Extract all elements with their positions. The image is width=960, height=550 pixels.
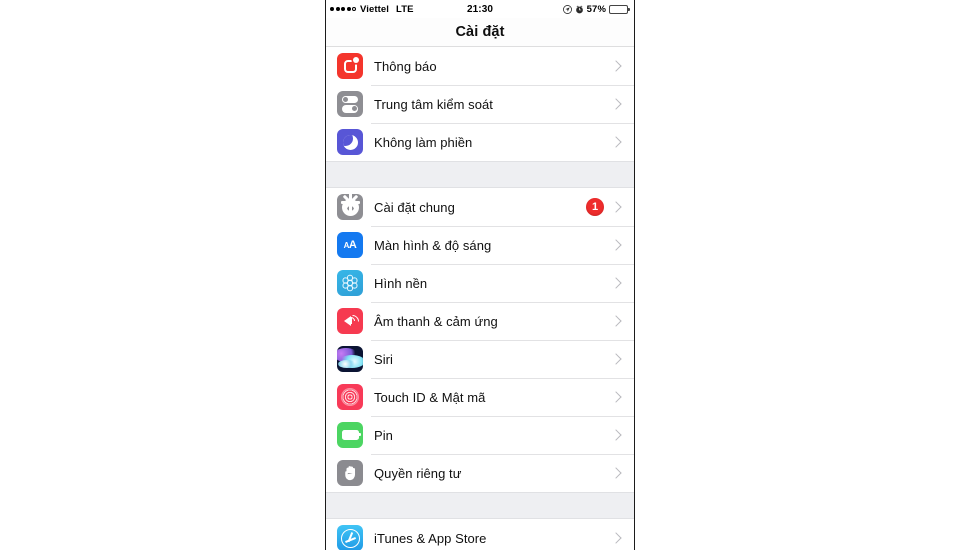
row-label: Cài đặt chung	[374, 199, 455, 215]
display-aa-icon: AA	[337, 232, 363, 258]
fingerprint-icon	[337, 384, 363, 410]
row-label: Âm thanh & cảm ứng	[374, 313, 498, 329]
settings-row-general[interactable]: Cài đặt chung 1	[326, 188, 634, 226]
row-label: Thông báo	[374, 58, 437, 74]
group-separator-2	[326, 492, 634, 519]
settings-group-1: Thông báo Trung tâm kiểm soát Không làm …	[326, 47, 634, 161]
chevron-right-icon	[610, 315, 622, 327]
row-label: Siri	[374, 351, 393, 367]
settings-row-itunes-app-store[interactable]: iTunes & App Store	[326, 519, 634, 550]
chevron-right-icon	[610, 391, 622, 403]
settings-row-do-not-disturb[interactable]: Không làm phiền	[326, 123, 634, 161]
chevron-right-icon	[610, 201, 622, 213]
hand-icon	[337, 460, 363, 486]
control-center-icon	[337, 91, 363, 117]
siri-icon	[337, 346, 363, 372]
settings-list: Thông báo Trung tâm kiểm soát Không làm …	[326, 47, 634, 550]
do-not-disturb-icon	[337, 129, 363, 155]
settings-group-3: iTunes & App Store	[326, 519, 634, 550]
settings-row-touch-id-passcode[interactable]: Touch ID & Mật mã	[326, 378, 634, 416]
row-label: Không làm phiền	[374, 134, 473, 150]
battery-icon	[337, 422, 363, 448]
chevron-right-icon	[610, 239, 622, 251]
notifications-icon	[337, 53, 363, 79]
row-label: Quyền riêng tư	[374, 465, 462, 481]
status-bar-right: 57%	[562, 3, 630, 15]
chevron-right-icon	[610, 136, 622, 148]
app-store-icon	[337, 525, 363, 550]
iphone-settings-screen: Viettel LTE 21:30 57% Cài đặt Thông báo …	[325, 0, 635, 550]
status-bar: Viettel LTE 21:30 57%	[326, 0, 634, 18]
settings-row-display-brightness[interactable]: AA Màn hình & độ sáng	[326, 226, 634, 264]
speaker-icon	[337, 308, 363, 334]
row-label: Màn hình & độ sáng	[374, 237, 492, 253]
chevron-right-icon	[610, 353, 622, 365]
group-separator-1	[326, 161, 634, 188]
location-arrow-icon	[562, 4, 572, 14]
status-badge: 1	[586, 198, 604, 216]
row-label: Hình nền	[374, 275, 428, 291]
chevron-right-icon	[610, 277, 622, 289]
settings-row-wallpaper[interactable]: Hình nền	[326, 264, 634, 302]
row-label: Trung tâm kiểm soát	[374, 96, 493, 112]
page-title: Cài đặt	[455, 24, 505, 40]
settings-row-notifications[interactable]: Thông báo	[326, 47, 634, 85]
battery-percent-label: 57%	[586, 3, 606, 15]
row-label: iTunes & App Store	[374, 530, 487, 546]
wallpaper-icon	[337, 270, 363, 296]
battery-icon	[609, 4, 630, 14]
row-label: Touch ID & Mật mã	[374, 389, 486, 405]
settings-row-siri[interactable]: Siri	[326, 340, 634, 378]
chevron-right-icon	[610, 532, 622, 544]
navigation-bar: Cài đặt	[326, 18, 634, 47]
settings-row-battery[interactable]: Pin	[326, 416, 634, 454]
settings-row-control-center[interactable]: Trung tâm kiểm soát	[326, 85, 634, 123]
settings-group-2: Cài đặt chung 1 AA Màn hình & độ sáng Hì…	[326, 188, 634, 492]
row-label: Pin	[374, 427, 393, 443]
page-canvas: Viettel LTE 21:30 57% Cài đặt Thông báo …	[0, 0, 960, 550]
settings-row-sounds-haptics[interactable]: Âm thanh & cảm ứng	[326, 302, 634, 340]
chevron-right-icon	[610, 429, 622, 441]
chevron-right-icon	[610, 98, 622, 110]
gear-icon	[337, 194, 363, 220]
alarm-clock-icon	[575, 5, 583, 13]
chevron-right-icon	[610, 60, 622, 72]
settings-row-privacy[interactable]: Quyền riêng tư	[326, 454, 634, 492]
chevron-right-icon	[610, 467, 622, 479]
hand-glyph	[344, 466, 355, 481]
